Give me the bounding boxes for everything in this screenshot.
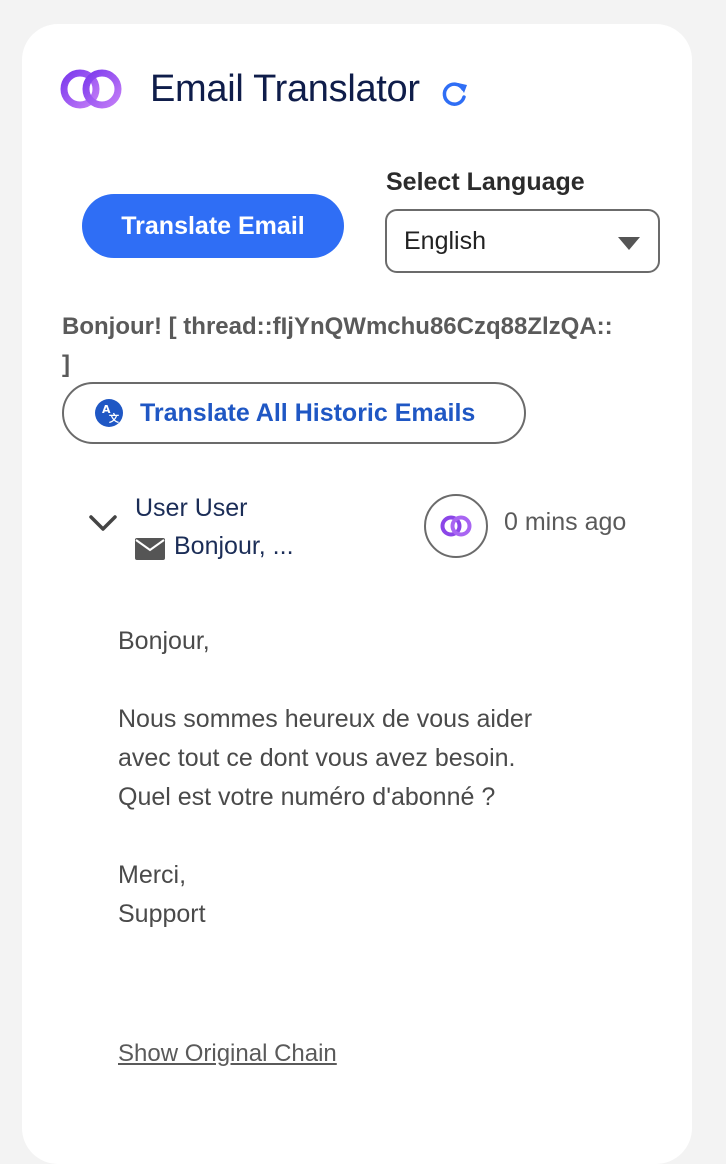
email-sender: User User bbox=[135, 494, 248, 522]
email-line: Nous sommes heureux de vous aider bbox=[118, 705, 533, 733]
translate-all-historic-button[interactable]: A 文 Translate All Historic Emails bbox=[62, 382, 526, 444]
linked-rings-avatar-icon bbox=[440, 515, 472, 537]
email-timestamp: 0 mins ago bbox=[504, 508, 627, 536]
refresh-icon[interactable] bbox=[440, 79, 470, 109]
header: Email Translator bbox=[58, 62, 470, 116]
thread-title: Bonjour! [ thread::fIjYnQWmchu86Czq88Zlz… bbox=[62, 313, 613, 378]
language-label: Select Language bbox=[386, 168, 585, 196]
show-original-chain-link[interactable]: Show Original Chain bbox=[118, 1040, 337, 1068]
email-line: avec tout ce dont vous avez besoin. bbox=[118, 744, 516, 772]
email-line: Quel est votre numéro d'abonné ? bbox=[118, 783, 496, 811]
translator-panel: Email Translator Translate Email Select … bbox=[22, 24, 692, 1164]
dropdown-caret-icon bbox=[618, 237, 640, 250]
translate-email-button[interactable]: Translate Email bbox=[82, 194, 344, 258]
envelope-icon bbox=[135, 538, 165, 560]
email-greeting: Bonjour, bbox=[118, 627, 210, 655]
language-selected-value: English bbox=[404, 226, 486, 255]
email-body: Bonjour, Nous sommes heureux de vous aid… bbox=[118, 622, 638, 934]
app-title: Email Translator bbox=[150, 67, 420, 110]
email-item: User User Bonjour, ... 0 mins ago bbox=[88, 494, 668, 564]
email-subject: Bonjour, ... bbox=[174, 532, 294, 560]
linked-rings-logo-icon bbox=[60, 69, 122, 109]
translate-all-label: Translate All Historic Emails bbox=[140, 398, 476, 427]
email-signature: Support bbox=[118, 900, 206, 928]
svg-text:文: 文 bbox=[109, 412, 120, 425]
email-signoff: Merci, bbox=[118, 861, 187, 889]
chevron-down-icon[interactable] bbox=[88, 512, 118, 534]
language-select[interactable]: English bbox=[385, 209, 660, 273]
avatar bbox=[424, 494, 488, 558]
translate-icon: A 文 bbox=[95, 399, 123, 427]
